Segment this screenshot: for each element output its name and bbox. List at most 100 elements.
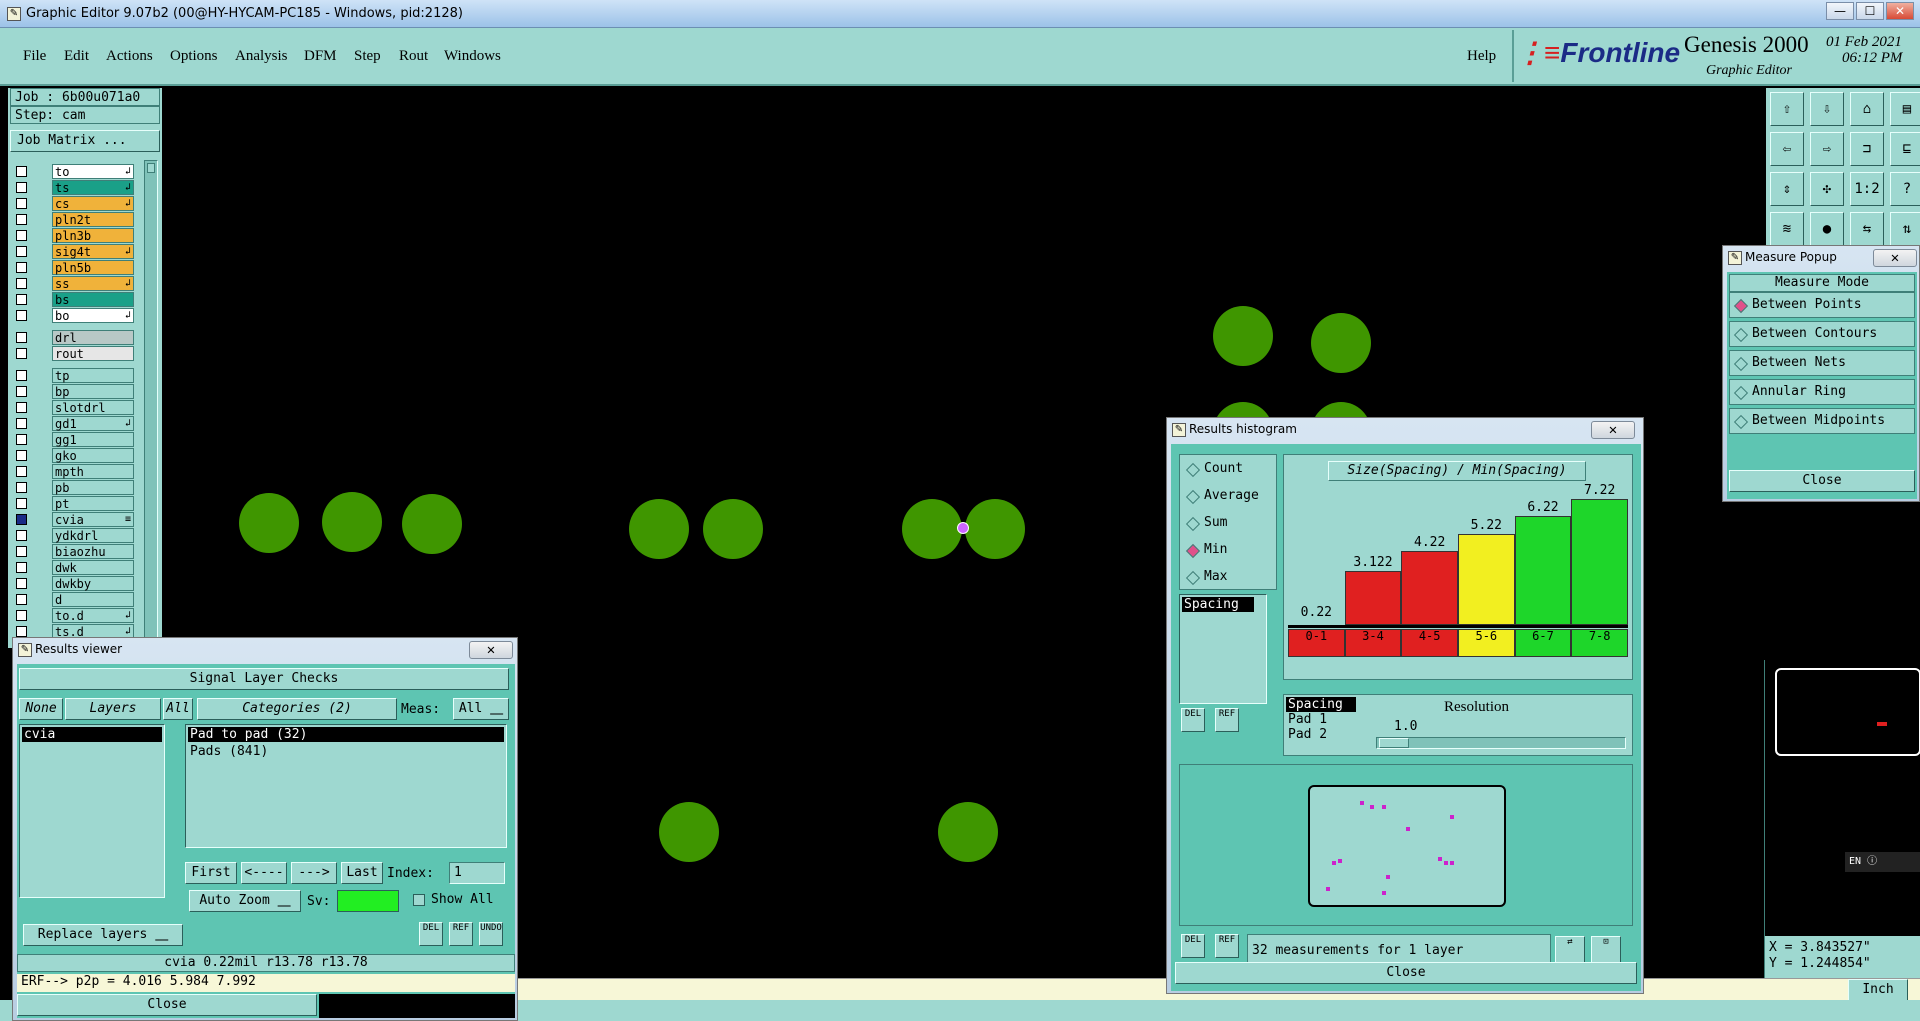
categories-button[interactable]: Categories (2) <box>197 698 397 720</box>
close-window-button[interactable]: ✕ <box>1886 2 1914 20</box>
layer-name[interactable]: biaozhu <box>52 544 134 559</box>
layer-name[interactable]: pln5b <box>52 260 134 275</box>
layer-name[interactable]: ss ↲ <box>52 276 134 291</box>
layer-checkbox[interactable] <box>16 530 27 541</box>
histogram-bin-label[interactable]: 5-6 <box>1458 629 1515 657</box>
all-button[interactable]: All <box>163 698 193 720</box>
layer-row-pt[interactable]: pt <box>12 496 136 511</box>
measure-mode-option[interactable]: Between Nets <box>1729 350 1915 376</box>
measure-popup-close-button[interactable]: Close <box>1729 470 1915 492</box>
layer-name[interactable]: ydkdrl <box>52 528 134 543</box>
minimize-button[interactable]: — <box>1826 2 1854 20</box>
layer-row-bo[interactable]: bo ↲ <box>12 308 136 323</box>
pad[interactable] <box>629 499 689 559</box>
preview-ref-button[interactable]: REF <box>1215 934 1239 958</box>
layer-row-pln2t[interactable]: pln2t <box>12 212 136 227</box>
layer-name[interactable]: pb <box>52 480 134 495</box>
layer-checkbox[interactable] <box>16 402 27 413</box>
layer-name[interactable]: pln3b <box>52 228 134 243</box>
menu-help[interactable]: Help <box>1467 48 1496 65</box>
probe-icon[interactable]: ● <box>1810 212 1844 246</box>
measure-mode-radio[interactable] <box>1733 298 1749 314</box>
layer-checkbox[interactable] <box>16 434 27 445</box>
layer-name[interactable]: d <box>52 592 134 607</box>
meas-dropdown[interactable]: All ⎽ <box>453 698 509 720</box>
layer-name[interactable]: ts ↲ <box>52 180 134 195</box>
layer-row-gg1[interactable]: gg1 <box>12 432 136 447</box>
pad[interactable] <box>239 493 299 553</box>
layer-checkbox[interactable] <box>16 386 27 397</box>
layer-row-gd1[interactable]: gd1 ↲ <box>12 416 136 431</box>
histogram-bar[interactable] <box>1514 516 1572 625</box>
layer-name[interactable]: rout <box>52 346 134 361</box>
measure-mode-radio[interactable] <box>1733 356 1749 372</box>
section-signal-layer-checks[interactable]: Signal Layer Checks <box>19 668 509 690</box>
layer-name[interactable]: dwk <box>52 560 134 575</box>
layer-checkbox[interactable] <box>16 562 27 573</box>
layer-row-cvia[interactable]: cvia ≡ <box>12 512 136 527</box>
pad[interactable] <box>322 492 382 552</box>
histogram-bar[interactable] <box>1344 570 1402 625</box>
layer-name[interactable]: bp <box>52 384 134 399</box>
pad[interactable] <box>402 494 462 554</box>
layer-row-gko[interactable]: gko <box>12 448 136 463</box>
layer-checkbox[interactable] <box>16 466 27 477</box>
layer-row-ts[interactable]: ts ↲ <box>12 180 136 195</box>
first-button[interactable]: First <box>185 862 237 884</box>
pad[interactable] <box>965 499 1025 559</box>
layer-checkbox[interactable] <box>16 246 27 257</box>
histogram-bar[interactable] <box>1458 533 1515 625</box>
layer-row-to.d[interactable]: to.d ↲ <box>12 608 136 623</box>
filter-icon[interactable]: ≋ <box>1770 212 1804 246</box>
layer-checkbox[interactable] <box>16 610 27 621</box>
preview-map[interactable] <box>1308 785 1506 907</box>
measure-type-list[interactable]: Spacing <box>1179 594 1267 704</box>
index-input[interactable]: 1 <box>449 862 505 884</box>
layer-row-drl[interactable]: drl <box>12 330 136 345</box>
hist-del-button[interactable]: DEL <box>1181 708 1205 732</box>
layer-checkbox[interactable] <box>16 514 27 525</box>
fit-icon[interactable]: ⇕ <box>1770 172 1804 206</box>
layer-name[interactable]: sig4t ↲ <box>52 244 134 259</box>
histogram-bin-label[interactable]: 6-7 <box>1514 629 1572 657</box>
histogram-bin-label[interactable]: 3-4 <box>1344 629 1402 657</box>
auto-zoom-dropdown[interactable]: Auto Zoom ⎽ <box>189 890 301 912</box>
histogram-bin-label[interactable]: 0-1 <box>1288 629 1345 657</box>
histogram-bin-label[interactable]: 4-5 <box>1401 629 1458 657</box>
layer-result-list[interactable]: cvia <box>19 724 165 898</box>
none-button[interactable]: None <box>19 698 63 720</box>
layer-name[interactable]: bo ↲ <box>52 308 134 323</box>
show-all-checkbox[interactable] <box>413 894 425 906</box>
list-item[interactable]: Spacing <box>1182 597 1254 612</box>
layer-row-bs[interactable]: bs <box>12 292 136 307</box>
menu-rout[interactable]: Rout <box>399 48 428 65</box>
histogram-bar[interactable] <box>1571 499 1628 625</box>
measure-mode-radio[interactable] <box>1733 385 1749 401</box>
list-item[interactable]: Pad to pad (32) <box>188 727 504 742</box>
layer-checkbox[interactable] <box>16 278 27 289</box>
zoom-out-icon[interactable]: ⇩ <box>1810 92 1844 126</box>
layer-checkbox[interactable] <box>16 262 27 273</box>
pan-right-icon[interactable]: ⇨ <box>1810 132 1844 166</box>
histogram-bin-label[interactable]: 7-8 <box>1571 629 1628 657</box>
layer-row-slotdrl[interactable]: slotdrl <box>12 400 136 415</box>
layer-row-dwkby[interactable]: dwkby <box>12 576 136 591</box>
language-bar[interactable]: EN ⓘ <box>1845 852 1920 872</box>
layer-name[interactable]: gko <box>52 448 134 463</box>
measure-mode-option[interactable]: Between Midpoints <box>1729 408 1915 434</box>
pad[interactable] <box>1213 306 1273 366</box>
layer-name[interactable]: to.d ↲ <box>52 608 134 623</box>
measure-mode-option[interactable]: Between Contours <box>1729 321 1915 347</box>
del-button[interactable]: DEL <box>419 922 443 946</box>
layer-list-scrollbar[interactable] <box>144 160 158 648</box>
layer-name[interactable]: dwkby <box>52 576 134 591</box>
hist-ref-button[interactable]: REF <box>1215 708 1239 732</box>
list-item[interactable]: Pads (841) <box>186 744 506 759</box>
undo-button[interactable]: UNDO <box>479 922 503 946</box>
layer-row-mpth[interactable]: mpth <box>12 464 136 479</box>
results-viewer-close-x[interactable]: ✕ <box>469 641 513 659</box>
radio-max[interactable] <box>1185 570 1201 586</box>
layer-row-ss[interactable]: ss ↲ <box>12 276 136 291</box>
overview-map[interactable] <box>1775 668 1920 756</box>
layers-button[interactable]: Layers <box>65 698 161 720</box>
